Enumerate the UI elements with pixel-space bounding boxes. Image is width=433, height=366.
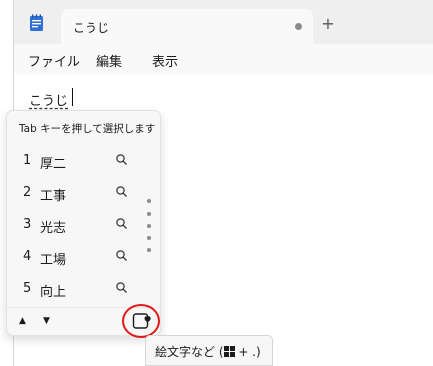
candidate-item-2[interactable]: 2 工事 (7, 177, 160, 209)
page-up-button[interactable]: ▲ (19, 316, 26, 326)
ime-hint: Tab キーを押して選択します (19, 123, 156, 135)
candidate-text: 光志 (40, 221, 67, 236)
candidate-text: 工事 (40, 189, 67, 204)
candidate-text: 厚二 (40, 157, 67, 172)
candidate-number: 2 (23, 185, 32, 200)
candidate-number: 5 (23, 281, 32, 296)
candidate-text: 工場 (40, 253, 67, 268)
tooltip-prefix: 絵文字など ( (155, 345, 224, 359)
highlight-circle (122, 304, 160, 338)
menu-edit[interactable]: 編集 (96, 51, 122, 70)
search-icon[interactable] (115, 249, 129, 263)
unsaved-dot-icon[interactable] (295, 23, 302, 30)
ime-candidate-window: Tab キーを押して選択します 1 厚二 2 工事 3 光志 4 工場 5 向上… (6, 110, 161, 336)
notepad-icon (30, 14, 43, 31)
search-icon[interactable] (115, 217, 129, 231)
emoji-tooltip: 絵文字など ( + .) (145, 335, 273, 366)
page-down-button[interactable]: ▼ (43, 316, 50, 326)
candidate-number: 4 (23, 249, 32, 264)
title-bar: こうじ + (14, 0, 433, 44)
page-indicator (146, 199, 152, 259)
candidate-item-4[interactable]: 4 工場 (7, 241, 160, 273)
search-icon[interactable] (115, 153, 129, 167)
tab-document[interactable]: こうじ (61, 9, 313, 44)
candidate-number: 3 (23, 217, 32, 232)
menu-bar: ファイル 編集 表示 (14, 44, 433, 74)
tab-title: こうじ (73, 21, 110, 35)
menu-file[interactable]: ファイル (28, 51, 80, 70)
candidate-text: 向上 (40, 285, 67, 300)
menu-view[interactable]: 表示 (152, 51, 178, 70)
windows-key-icon (223, 346, 235, 357)
text-caret (72, 88, 73, 106)
search-icon[interactable] (115, 281, 129, 295)
candidate-item-3[interactable]: 3 光志 (7, 209, 160, 241)
candidate-item-5[interactable]: 5 向上 (7, 273, 160, 305)
composition-text: こうじ (29, 94, 69, 109)
candidate-number: 1 (23, 153, 32, 168)
candidate-item-1[interactable]: 1 厚二 (7, 145, 160, 177)
new-tab-button[interactable]: + (318, 13, 338, 33)
search-icon[interactable] (115, 185, 129, 199)
tooltip-suffix: + .) (234, 345, 261, 359)
